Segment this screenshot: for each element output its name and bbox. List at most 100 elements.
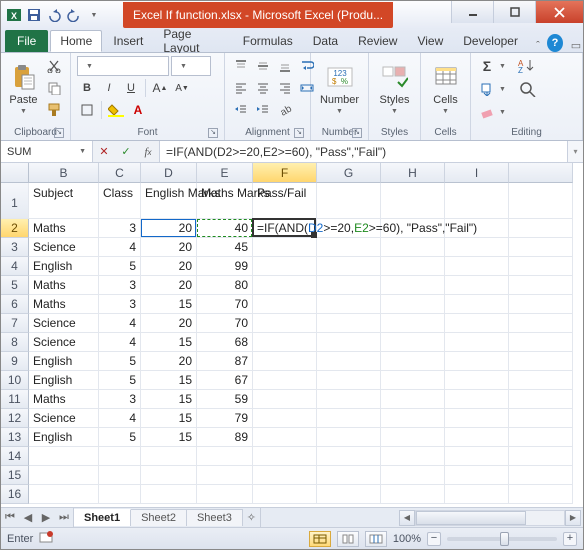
cell[interactable] bbox=[381, 352, 445, 371]
sheet-nav-last-icon[interactable]: ⏭ bbox=[55, 508, 73, 527]
cell[interactable]: English bbox=[29, 257, 99, 276]
cell[interactable] bbox=[381, 314, 445, 333]
cell[interactable]: 87 bbox=[197, 352, 253, 371]
font-name-combo[interactable]: ▼ bbox=[77, 56, 169, 76]
cell[interactable] bbox=[381, 447, 445, 466]
cell[interactable]: 99 bbox=[197, 257, 253, 276]
cell[interactable]: 70 bbox=[197, 314, 253, 333]
zoom-slider[interactable] bbox=[447, 537, 557, 541]
fx-icon[interactable]: fx bbox=[137, 141, 159, 162]
cell[interactable]: English Marks bbox=[141, 183, 197, 219]
row-header[interactable]: 8 bbox=[1, 333, 29, 352]
cell[interactable] bbox=[445, 447, 509, 466]
cell[interactable]: 5 bbox=[99, 371, 141, 390]
cell[interactable]: Maths bbox=[29, 219, 99, 238]
cell[interactable]: 15 bbox=[141, 295, 197, 314]
cell-f10[interactable] bbox=[253, 371, 317, 390]
increase-font-icon[interactable]: A▲ bbox=[150, 78, 170, 98]
row-header[interactable]: 15 bbox=[1, 466, 29, 485]
zoom-out-button[interactable]: − bbox=[427, 532, 441, 546]
cell[interactable]: 45 bbox=[197, 238, 253, 257]
column-header[interactable]: E bbox=[197, 163, 253, 183]
tab-home[interactable]: Home bbox=[50, 30, 102, 52]
cell-f3[interactable] bbox=[253, 238, 317, 257]
cell[interactable]: Class bbox=[99, 183, 141, 219]
cell[interactable] bbox=[141, 485, 197, 504]
formula-input[interactable]: =IF(AND(D2>=20,E2>=60), "Pass","Fail") bbox=[160, 141, 567, 162]
file-tab[interactable]: File bbox=[5, 30, 48, 52]
insert-sheet-icon[interactable]: ✧ bbox=[243, 508, 261, 527]
orientation-icon[interactable]: ab bbox=[275, 100, 295, 120]
cell[interactable] bbox=[99, 485, 141, 504]
cell-f13[interactable] bbox=[253, 428, 317, 447]
cell[interactable]: Maths Marks bbox=[197, 183, 253, 219]
bold-button[interactable]: B bbox=[77, 78, 97, 98]
cell[interactable] bbox=[509, 183, 573, 219]
cell[interactable]: 5 bbox=[99, 428, 141, 447]
cell[interactable] bbox=[317, 295, 381, 314]
cell[interactable] bbox=[445, 333, 509, 352]
cell[interactable]: 70 bbox=[197, 295, 253, 314]
autosum-icon[interactable]: Σ bbox=[477, 56, 497, 76]
cell[interactable] bbox=[197, 447, 253, 466]
zoom-level[interactable]: 100% bbox=[393, 533, 421, 545]
sheet-tab-sheet1[interactable]: Sheet1 bbox=[74, 509, 131, 526]
cell[interactable]: Science bbox=[29, 238, 99, 257]
cell[interactable] bbox=[509, 409, 573, 428]
alignment-launcher-icon[interactable]: ↘ bbox=[294, 128, 304, 138]
cell-f5[interactable] bbox=[253, 276, 317, 295]
qat-customize-icon[interactable]: ▼ bbox=[85, 6, 103, 24]
tab-developer[interactable]: Developer bbox=[454, 30, 527, 52]
cell[interactable] bbox=[29, 485, 99, 504]
cell-f12[interactable] bbox=[253, 409, 317, 428]
copy-icon[interactable] bbox=[44, 78, 64, 98]
row-header[interactable]: 9 bbox=[1, 352, 29, 371]
tab-formulas[interactable]: Formulas bbox=[234, 30, 302, 52]
cell[interactable]: 5 bbox=[99, 257, 141, 276]
row-header[interactable]: 16 bbox=[1, 485, 29, 504]
cell[interactable]: English bbox=[29, 371, 99, 390]
cell[interactable] bbox=[317, 183, 381, 219]
cell[interactable] bbox=[253, 447, 317, 466]
cell[interactable]: 20 bbox=[141, 314, 197, 333]
row-header[interactable]: 14 bbox=[1, 447, 29, 466]
cell[interactable]: Maths bbox=[29, 295, 99, 314]
sheet-tab-sheet3[interactable]: Sheet3 bbox=[187, 509, 243, 526]
cell[interactable]: 20 bbox=[141, 352, 197, 371]
column-header[interactable]: F bbox=[253, 163, 317, 183]
maximize-button[interactable] bbox=[493, 1, 535, 23]
cell[interactable] bbox=[29, 466, 99, 485]
cell[interactable] bbox=[509, 447, 573, 466]
cell[interactable] bbox=[445, 314, 509, 333]
cell[interactable] bbox=[317, 276, 381, 295]
cell[interactable] bbox=[381, 390, 445, 409]
excel-icon[interactable]: X bbox=[5, 6, 23, 24]
cell[interactable] bbox=[317, 257, 381, 276]
cell[interactable] bbox=[381, 333, 445, 352]
redo-icon[interactable] bbox=[65, 6, 83, 24]
close-button[interactable] bbox=[535, 1, 583, 23]
page-break-view-icon[interactable] bbox=[365, 531, 387, 547]
cell[interactable]: 4 bbox=[99, 333, 141, 352]
sheet-nav-prev-icon[interactable]: ◀ bbox=[19, 508, 37, 527]
cell[interactable]: 20 bbox=[141, 276, 197, 295]
cell[interactable] bbox=[445, 295, 509, 314]
cell[interactable]: 89 bbox=[197, 428, 253, 447]
cell[interactable] bbox=[29, 447, 99, 466]
minimize-button[interactable] bbox=[451, 1, 493, 23]
align-left-icon[interactable] bbox=[231, 78, 251, 98]
hscroll-left-icon[interactable]: ◀ bbox=[399, 510, 415, 526]
macro-record-icon[interactable] bbox=[39, 530, 53, 547]
cell[interactable] bbox=[445, 371, 509, 390]
row-header[interactable]: 11 bbox=[1, 390, 29, 409]
cell[interactable] bbox=[445, 257, 509, 276]
help-icon[interactable]: ? bbox=[547, 34, 563, 52]
cell[interactable] bbox=[253, 485, 317, 504]
workbook-minimize-icon[interactable]: ▭ bbox=[569, 39, 583, 52]
cell[interactable]: 68 bbox=[197, 333, 253, 352]
cell-f4[interactable] bbox=[253, 257, 317, 276]
cell[interactable]: 3 bbox=[99, 276, 141, 295]
cell[interactable]: Subject bbox=[29, 183, 99, 219]
tab-page-layout[interactable]: Page Layout bbox=[154, 30, 231, 52]
cell[interactable]: 3 bbox=[99, 219, 141, 238]
